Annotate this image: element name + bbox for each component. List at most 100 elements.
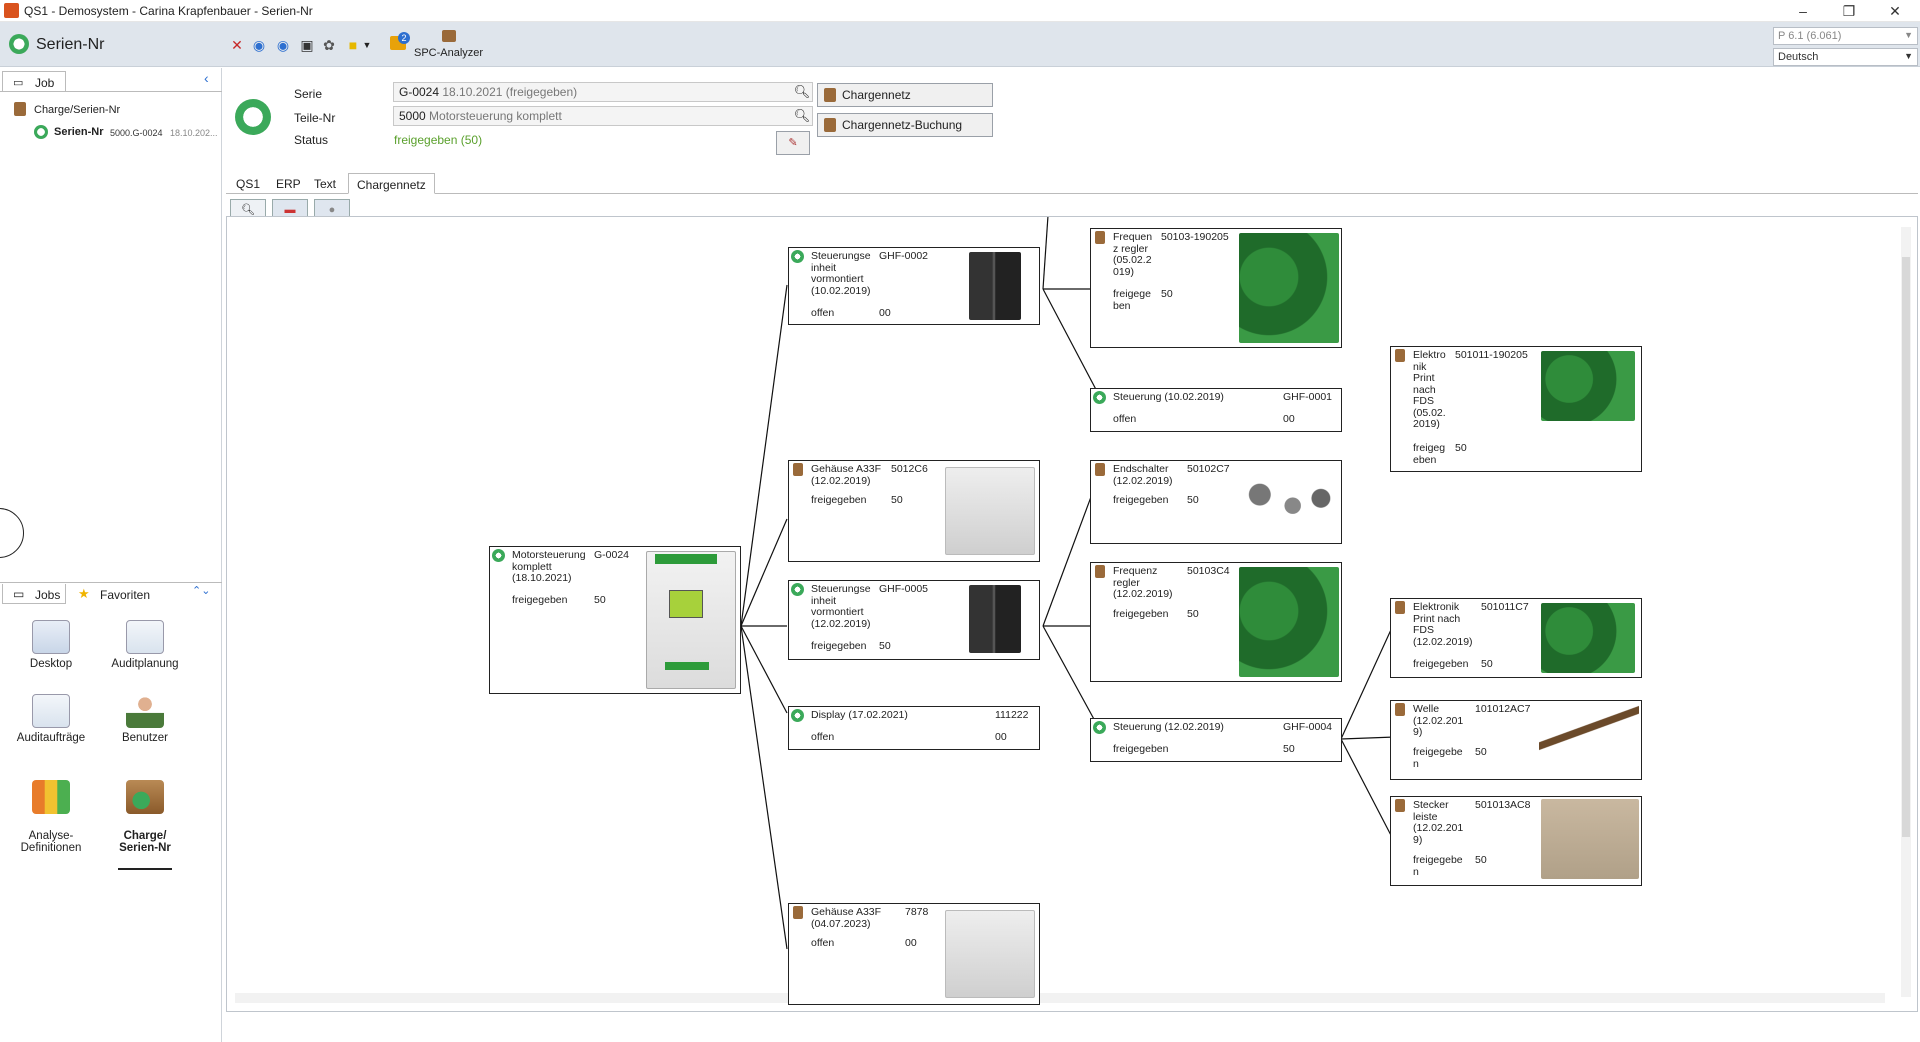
graph-edges bbox=[740, 217, 1396, 950]
node-name: Steuerungse inheit vormontiert (12.02.20… bbox=[811, 583, 871, 630]
nav-analyse-definitionen-label: Analyse- Definitionen bbox=[20, 830, 82, 854]
node-name: Steuerung (12.02.2019) bbox=[1113, 721, 1224, 733]
serial-icon bbox=[1093, 391, 1106, 404]
tab-chargennetz[interactable]: Chargennetz bbox=[348, 173, 435, 194]
node-name: Motorsteuerung komplett (18.10.2021) bbox=[512, 549, 586, 584]
graph-node-m5[interactable]: Steuerung (12.02.2019) GHF-0004 freigege… bbox=[1090, 718, 1342, 762]
serie-field[interactable]: G-0024 18.10.2021 (freigegeben) bbox=[393, 82, 813, 102]
graph-node-r3[interactable]: Welle (12.02.201 9) 101012AC7 freigegebe… bbox=[1390, 700, 1642, 780]
back-icon[interactable]: ◉ bbox=[250, 36, 268, 54]
nav-charge-serien-label: Charge/ Serien-Nr bbox=[119, 830, 171, 854]
minimize-button[interactable]: – bbox=[1780, 0, 1826, 22]
node-name: Frequenz regler (12.02.2019) bbox=[1113, 565, 1173, 600]
graph-node-n1[interactable]: Steuerungse inheit vormontiert (10.02.20… bbox=[788, 247, 1040, 325]
graph-node-r1[interactable]: Elektro nik Print nach FDS (05.02. 2019)… bbox=[1390, 346, 1642, 472]
serie-value: G-0024 bbox=[399, 85, 440, 99]
folder-dropdown-icon[interactable]: ▼ bbox=[362, 36, 372, 54]
node-name: Frequen z regler (05.02.2 019) bbox=[1113, 231, 1153, 278]
tab-job-label: Job bbox=[35, 76, 55, 90]
tab-favorites[interactable]: ★ Favoriten bbox=[78, 584, 178, 604]
close-window-button[interactable]: ✕ bbox=[1872, 0, 1918, 22]
vertical-scrollbar[interactable] bbox=[1901, 227, 1911, 997]
tab-jobs[interactable]: ▭ Jobs bbox=[2, 584, 66, 604]
teile-extra: Motorsteuerung komplett bbox=[429, 109, 562, 123]
node-qty: 50 bbox=[594, 594, 606, 606]
node-qty: 50 bbox=[1455, 442, 1467, 454]
status-value: freigegeben (50) bbox=[394, 133, 483, 147]
node-name: Steuerung (10.02.2019) bbox=[1113, 391, 1224, 403]
graph-node-n4[interactable]: Display (17.02.2021) 111222 offen 00 bbox=[788, 706, 1040, 750]
teile-field[interactable]: 5000 Motorsteuerung komplett bbox=[393, 106, 813, 126]
teile-search-icon[interactable]: 🔍︎ bbox=[792, 106, 812, 126]
nav-desktop-label: Desktop bbox=[29, 658, 73, 670]
vertical-scroll-thumb[interactable] bbox=[1902, 257, 1910, 837]
graph-node-r2[interactable]: Elektronik Print nach FDS (12.02.2019) 5… bbox=[1390, 598, 1642, 678]
node-qty: 50 bbox=[1475, 746, 1487, 758]
chargennetz-buchung-button[interactable]: Chargennetz-Buchung bbox=[817, 113, 993, 137]
graph-node-n2[interactable]: Gehäuse A33F (12.02.2019) 5012C6 freigeg… bbox=[788, 460, 1040, 562]
nav-desktop[interactable]: Desktop bbox=[6, 620, 96, 670]
node-id: GHF-0001 bbox=[1283, 391, 1333, 403]
tab-job[interactable]: ▭ Job bbox=[2, 71, 66, 91]
node-name: Elektro nik Print nach FDS (05.02. 2019) bbox=[1413, 349, 1446, 430]
graph-node-m1[interactable]: Frequen z regler (05.02.2 019) 50103-190… bbox=[1090, 228, 1342, 348]
electronic-print-image bbox=[1541, 351, 1635, 421]
node-status: freigegeben bbox=[1113, 494, 1169, 506]
folder-icon[interactable]: ■ bbox=[344, 36, 362, 54]
serie-search-icon[interactable]: 🔍︎ bbox=[792, 82, 812, 102]
nav-charge-serien[interactable]: Charge/ Serien-Nr bbox=[100, 768, 190, 882]
node-id: 7878 bbox=[905, 906, 929, 918]
tab-erp[interactable]: ERP bbox=[268, 173, 309, 194]
charge-icon bbox=[1395, 799, 1405, 812]
tree-item-charge[interactable]: Charge/Serien-Nr bbox=[34, 104, 120, 116]
star-icon: ★ bbox=[78, 586, 90, 601]
chevron-down-icon: ▼ bbox=[1904, 51, 1913, 61]
teile-value: 5000 bbox=[399, 109, 426, 123]
node-qty: 50 bbox=[1475, 854, 1487, 866]
settings-icon[interactable]: ✿ bbox=[320, 36, 338, 54]
nav-analyse-definitionen[interactable]: Analyse- Definitionen bbox=[6, 768, 96, 866]
horizontal-scrollbar[interactable] bbox=[235, 993, 1885, 1003]
node-id: GHF-0002 bbox=[879, 250, 929, 262]
node-id: 50103C4 bbox=[1187, 565, 1230, 577]
node-status: freigeg eben bbox=[1413, 442, 1446, 466]
edit-status-button[interactable]: ✎ bbox=[776, 131, 810, 155]
frequency-controller-image bbox=[1239, 233, 1339, 343]
node-qty: 00 bbox=[995, 731, 1007, 743]
language-select[interactable]: Deutsch ▼ bbox=[1773, 48, 1918, 66]
node-id: 501013AC8 bbox=[1475, 799, 1531, 811]
graph-node-r4[interactable]: Stecker leiste (12.02.201 9) 501013AC8 f… bbox=[1390, 796, 1642, 886]
spc-analyzer-label[interactable]: SPC-Analyzer bbox=[414, 47, 483, 59]
restore-button[interactable]: ❐ bbox=[1826, 0, 1872, 22]
drag-handle[interactable] bbox=[0, 508, 24, 558]
node-id: 50102C7 bbox=[1187, 463, 1230, 475]
nav-auditplanung[interactable]: Auditplanung bbox=[100, 620, 190, 670]
collapse-panel-icon[interactable]: ‹ bbox=[204, 70, 209, 86]
pencil-icon: ✎ bbox=[788, 137, 798, 149]
node-qty: 00 bbox=[879, 307, 891, 319]
module-title: Serien-Nr bbox=[36, 36, 105, 53]
spc-analyzer-icon[interactable] bbox=[442, 30, 456, 42]
nav-auditauftraege[interactable]: Auditaufträge bbox=[6, 694, 96, 744]
expand-collapse-icon[interactable]: ⌃⌄ bbox=[192, 584, 210, 597]
tab-qs1[interactable]: QS1 bbox=[228, 173, 268, 194]
nav-benutzer[interactable]: Benutzer bbox=[100, 694, 190, 744]
version-select[interactable]: P 6.1 (6.061) ▼ bbox=[1773, 27, 1918, 45]
tab-favorites-label: Favoriten bbox=[100, 588, 151, 602]
graph-node-n5[interactable]: Gehäuse A33F (04.07.2023) 7878 offen 00 bbox=[788, 903, 1040, 1005]
save-icon[interactable]: ▣ bbox=[298, 36, 316, 54]
graph-node-m4[interactable]: Frequenz regler (12.02.2019) 50103C4 fre… bbox=[1090, 562, 1342, 682]
forward-icon[interactable]: ◉ bbox=[274, 36, 292, 54]
graph-node-n3[interactable]: Steuerungse inheit vormontiert (12.02.20… bbox=[788, 580, 1040, 660]
nav-auditplanung-label: Auditplanung bbox=[111, 658, 179, 670]
node-qty: 50 bbox=[1481, 658, 1493, 670]
graph-node-m3[interactable]: Endschalter (12.02.2019) 50102C7 freigeg… bbox=[1090, 460, 1342, 544]
tree-item-serial[interactable]: Serien-Nr bbox=[54, 126, 104, 138]
graph-node-root[interactable]: Motorsteuerung komplett (18.10.2021) G-0… bbox=[489, 546, 741, 694]
serie-extra: 18.10.2021 (freigegeben) bbox=[442, 85, 578, 99]
node-qty: 50 bbox=[1187, 494, 1199, 506]
delete-icon[interactable]: ✕ bbox=[228, 36, 246, 54]
graph-node-m2[interactable]: Steuerung (10.02.2019) GHF-0001 offen 00 bbox=[1090, 388, 1342, 432]
tab-text[interactable]: Text bbox=[306, 173, 344, 194]
chargennetz-button[interactable]: Chargennetz bbox=[817, 83, 993, 107]
